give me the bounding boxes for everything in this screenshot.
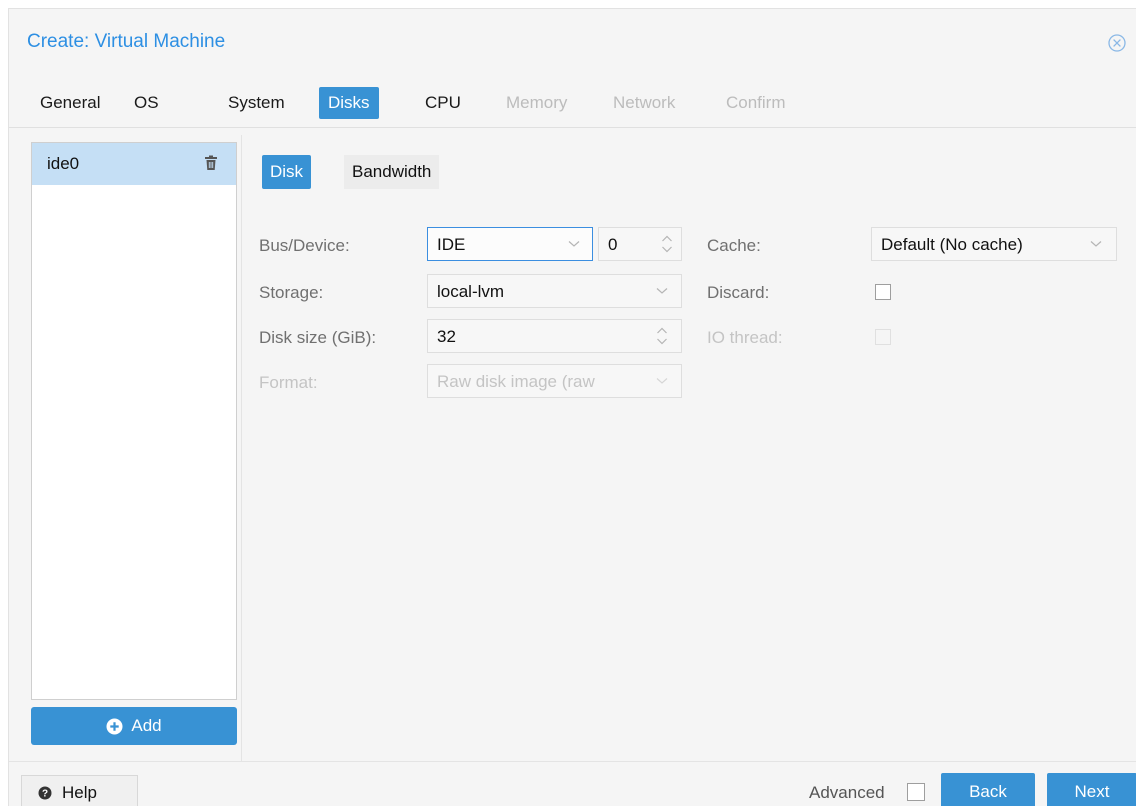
bus-value: IDE — [437, 235, 466, 254]
cache-label: Cache: — [707, 236, 761, 255]
bus-select[interactable]: IDE — [427, 227, 593, 261]
io-thread-label: IO thread: — [707, 328, 783, 347]
tab-os[interactable]: OS — [125, 87, 168, 119]
advanced-label: Advanced — [809, 783, 885, 802]
format-select: Raw disk image (raw — [427, 364, 682, 398]
tab-memory: Memory — [506, 93, 568, 112]
dialog-title: Create: Virtual Machine — [27, 31, 226, 52]
device-number-spinner[interactable]: 0 — [598, 227, 682, 261]
help-button[interactable]: ? Help — [21, 775, 138, 806]
disk-size-label: Disk size (GiB): — [259, 328, 377, 347]
disk-size-spinner[interactable]: 32 — [427, 319, 682, 353]
bus-device-label: Bus/Device: — [259, 236, 350, 255]
tab-network: Network — [613, 93, 676, 112]
disk-config-panel: Disk Bandwidth Bus/Device: IDE 0 Storage… — [241, 135, 1136, 761]
discard-checkbox[interactable] — [875, 284, 891, 300]
spinner-arrows-icon[interactable] — [656, 325, 668, 347]
disk-list-item-ide0[interactable]: ide0 — [32, 143, 236, 185]
plus-circle-icon — [106, 718, 123, 734]
tab-disks[interactable]: Disks — [319, 87, 379, 119]
storage-value: local-lvm — [437, 282, 505, 301]
trash-icon[interactable] — [204, 155, 218, 171]
spinner-arrows-icon[interactable] — [661, 233, 673, 255]
format-label: Format: — [259, 373, 318, 392]
cache-select[interactable]: Default (No cache) — [871, 227, 1117, 261]
svg-text:?: ? — [42, 789, 48, 800]
disk-list: ide0 — [31, 142, 237, 700]
help-button-label: Help — [62, 783, 97, 802]
advanced-checkbox[interactable] — [907, 783, 925, 801]
next-button[interactable]: Next — [1047, 773, 1136, 806]
tabs-divider — [9, 127, 1136, 128]
cache-value: Default (No cache) — [881, 235, 1023, 254]
subtab-bandwidth[interactable]: Bandwidth — [344, 155, 440, 189]
back-button[interactable]: Back — [941, 773, 1035, 806]
close-icon[interactable] — [1107, 33, 1127, 53]
create-vm-dialog: Create: Virtual Machine General OS Syste… — [8, 8, 1136, 806]
add-disk-button[interactable]: Add — [31, 707, 237, 745]
question-circle-icon: ? — [38, 786, 52, 800]
device-number-value: 0 — [608, 235, 618, 254]
chevron-down-icon[interactable] — [568, 240, 580, 248]
discard-label: Discard: — [707, 283, 770, 302]
storage-label: Storage: — [259, 283, 324, 302]
format-value: Raw disk image (raw — [437, 372, 595, 391]
tab-general[interactable]: General — [31, 87, 109, 119]
storage-select[interactable]: local-lvm — [427, 274, 682, 308]
disk-size-value: 32 — [437, 327, 456, 346]
subtab-disk[interactable]: Disk — [262, 155, 312, 189]
io-thread-checkbox — [875, 329, 891, 345]
dialog-footer: ? Help Advanced Back Next — [9, 761, 1136, 806]
tab-system[interactable]: System — [219, 87, 294, 119]
chevron-down-icon[interactable] — [656, 287, 668, 295]
disk-item-label: ide0 — [47, 154, 80, 173]
chevron-down-icon — [656, 378, 668, 384]
tab-cpu[interactable]: CPU — [416, 87, 470, 119]
add-button-label: Add — [131, 716, 162, 735]
tab-confirm: Confirm — [726, 93, 786, 112]
chevron-down-icon[interactable] — [1090, 240, 1102, 248]
